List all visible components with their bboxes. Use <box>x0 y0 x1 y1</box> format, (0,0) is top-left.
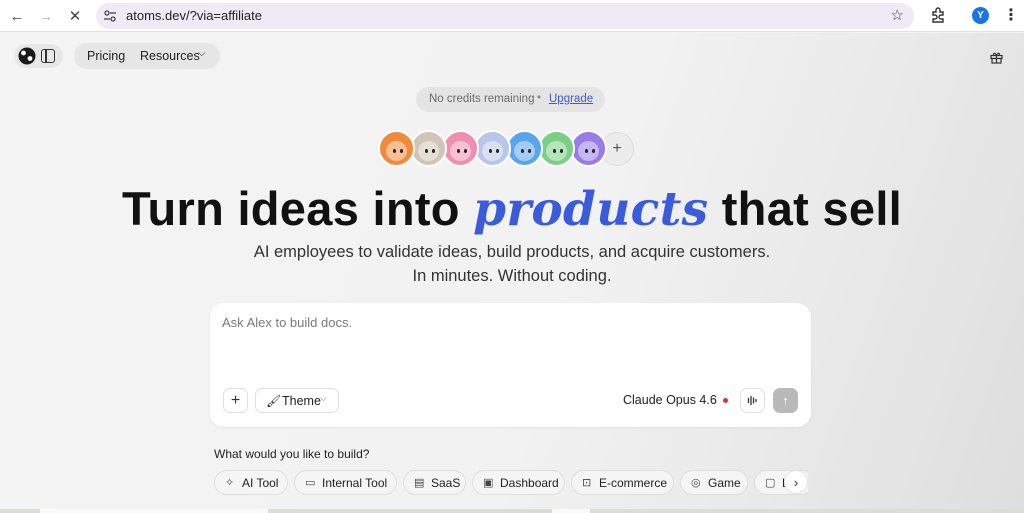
subtitle-line-1: AI employees to validate ideas, build pr… <box>253 243 771 261</box>
gift-icon <box>989 52 1003 64</box>
credits-banner: No credits remaining • Upgrade <box>416 87 605 112</box>
paintbrush-icon: 🖌 <box>266 394 282 408</box>
top-navigation: Pricing Resources ⌵ <box>74 43 220 69</box>
ai-employee-avatar[interactable] <box>442 130 479 167</box>
hero-text-start: Turn ideas into <box>121 182 474 235</box>
browser-toolbar: ← → ✕ atoms.dev/?via=affiliate ☆ Y ⋮ <box>0 0 1024 32</box>
ai-employee-avatar[interactable] <box>474 130 511 167</box>
subtitle-line-2: In minutes. Without coding. <box>412 267 612 285</box>
chip-icon: ▣ <box>483 477 494 489</box>
chip-label: Game <box>708 476 741 490</box>
hero-text-end: that sell <box>708 182 903 235</box>
prompt-composer: + 🖌 Theme ⌵ Claude Opus 4.6 ⌵ ↑ <box>210 303 811 427</box>
chip-icon: ▭ <box>305 477 316 489</box>
sidebar-toggle-icon[interactable] <box>41 49 55 63</box>
category-chip[interactable]: ▭ Internal Tool <box>294 470 397 495</box>
category-chip[interactable]: ▣ Dashboard <box>472 470 565 495</box>
hero-subtitle: AI employees to validate ideas, build pr… <box>0 240 1024 288</box>
ai-employee-avatar[interactable] <box>378 130 415 167</box>
theme-label: Theme <box>282 394 321 408</box>
stop-loading-icon[interactable]: ✕ <box>64 5 86 27</box>
url-text[interactable]: atoms.dev/?via=affiliate <box>126 8 262 23</box>
chevron-down-icon[interactable]: ⌵ <box>198 48 206 59</box>
bottom-preview-strip <box>0 509 1024 513</box>
chevron-right-icon[interactable]: › <box>784 470 808 494</box>
logo-sidebar-toggle[interactable] <box>14 44 63 68</box>
model-status-dot <box>723 398 728 403</box>
chip-label: AI Tool <box>242 476 279 490</box>
category-chip[interactable]: ▤ SaaS <box>403 470 466 495</box>
credits-message: No credits remaining <box>429 93 535 105</box>
waveform-icon <box>747 396 757 405</box>
chip-icon: ⊡ <box>582 477 592 489</box>
theme-button[interactable]: 🖌 Theme ⌵ <box>255 388 339 413</box>
chip-icon: ▤ <box>414 477 425 489</box>
nav-pricing-link[interactable]: Pricing <box>87 49 125 63</box>
add-attachment-button[interactable]: + <box>223 388 248 413</box>
prompt-input[interactable] <box>222 315 797 375</box>
model-selector[interactable]: Claude Opus 4.6 <box>623 393 717 407</box>
separator-dot: • <box>537 92 542 104</box>
chip-label: E-commerce <box>599 476 668 490</box>
chip-label: Internal Tool <box>322 476 388 490</box>
chip-label: Dashboard <box>500 476 559 490</box>
address-bar[interactable]: atoms.dev/?via=affiliate ☆ <box>96 3 914 29</box>
ai-employee-avatar[interactable] <box>570 130 607 167</box>
send-button[interactable]: ↑ <box>773 388 798 413</box>
ai-employee-avatars: + <box>378 130 638 168</box>
category-chip[interactable]: ✧ AI Tool <box>214 470 288 495</box>
hero-accent-word: products <box>473 182 709 237</box>
profile-avatar[interactable]: Y <box>972 7 989 24</box>
ai-employee-avatar[interactable] <box>538 130 575 167</box>
gift-button[interactable] <box>983 44 1009 70</box>
chip-label: SaaS <box>431 476 461 490</box>
page: Pricing Resources ⌵ No credits remaining… <box>0 33 1024 513</box>
chevron-down-icon[interactable]: ⌵ <box>710 392 717 403</box>
hero-headline: Turn ideas into products that sell <box>0 181 1024 237</box>
chip-icon: ◎ <box>691 477 701 489</box>
chip-icon: ✧ <box>225 477 235 489</box>
ai-employee-avatar[interactable] <box>506 130 543 167</box>
voice-input-button[interactable] <box>740 388 765 413</box>
category-chip[interactable]: ⊡ E-commerce <box>571 470 674 495</box>
forward-icon[interactable]: → <box>35 5 57 27</box>
build-question: What would you like to build? <box>214 447 370 461</box>
browser-menu-icon[interactable]: ⋮ <box>1003 5 1019 25</box>
bookmark-star-icon[interactable]: ☆ <box>891 6 904 24</box>
category-chips: ✧ AI Tool ▭ Internal Tool ▤ SaaS ▣ Dashboard ⊡ E-… <box>214 470 808 495</box>
site-info-icon[interactable] <box>103 9 117 23</box>
category-chip[interactable]: ◎ Game <box>680 470 748 495</box>
chevron-down-icon: ⌵ <box>320 393 327 403</box>
back-icon[interactable]: ← <box>6 5 28 27</box>
chip-icon: ▢ <box>765 477 776 489</box>
nav-resources-dropdown[interactable]: Resources <box>140 49 200 63</box>
extensions-icon[interactable] <box>929 6 947 24</box>
ai-employee-avatar[interactable] <box>410 130 447 167</box>
upgrade-link[interactable]: Upgrade <box>549 93 593 105</box>
atoms-logo-icon <box>18 47 36 65</box>
